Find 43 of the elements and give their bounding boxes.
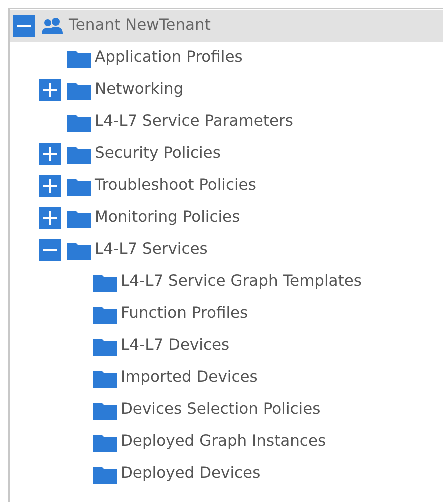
expand-button[interactable]	[39, 79, 61, 101]
tree-item-label[interactable]: L4-L7 Services	[95, 238, 208, 262]
folder-icon	[93, 304, 117, 324]
expand-button[interactable]	[39, 207, 61, 229]
folder-icon	[67, 176, 91, 196]
tree-item-label[interactable]: Troubleshoot Policies	[95, 174, 256, 198]
tree-item-label[interactable]: Function Profiles	[121, 302, 248, 326]
folder-icon	[93, 336, 117, 356]
folder-icon	[67, 80, 91, 100]
tree-item-label[interactable]: L4-L7 Service Parameters	[95, 110, 294, 134]
tree-item-label[interactable]: L4-L7 Service Graph Templates	[121, 270, 362, 294]
folder-icon	[67, 208, 91, 228]
tree-item-label[interactable]: L4-L7 Devices	[121, 334, 230, 358]
tree-item-label[interactable]: Monitoring Policies	[95, 206, 240, 230]
folder-icon	[67, 240, 91, 260]
tree-item-label[interactable]: Deployed Graph Instances	[121, 430, 326, 454]
tree-item-label[interactable]: Tenant NewTenant	[69, 14, 211, 38]
folder-icon	[67, 144, 91, 164]
tree-item-label[interactable]: Devices Selection Policies	[121, 398, 321, 422]
minus-icon	[43, 249, 57, 251]
plus-icon	[43, 147, 57, 161]
collapse-button[interactable]	[13, 15, 35, 37]
collapse-button[interactable]	[39, 239, 61, 261]
tree-item-label[interactable]: Deployed Devices	[121, 462, 261, 486]
plus-icon	[43, 211, 57, 225]
folder-icon	[93, 272, 117, 292]
folder-icon	[93, 432, 117, 452]
plus-icon	[43, 179, 57, 193]
folder-icon	[67, 112, 91, 132]
folder-icon	[93, 368, 117, 388]
tree-item-label[interactable]: Security Policies	[95, 142, 221, 166]
selected-tree-row[interactable]: Tenant NewTenant	[10, 10, 443, 42]
plus-icon	[43, 83, 57, 97]
tree-item-label[interactable]: Imported Devices	[121, 366, 258, 390]
expand-button[interactable]	[39, 143, 61, 165]
folder-icon	[93, 464, 117, 484]
folder-icon	[93, 400, 117, 420]
tree-item-label[interactable]: Application Profiles	[95, 46, 243, 70]
users-icon	[41, 17, 65, 35]
minus-icon	[17, 25, 31, 27]
folder-icon	[67, 48, 91, 68]
expand-button[interactable]	[39, 175, 61, 197]
tree-item-label[interactable]: Networking	[95, 78, 184, 102]
